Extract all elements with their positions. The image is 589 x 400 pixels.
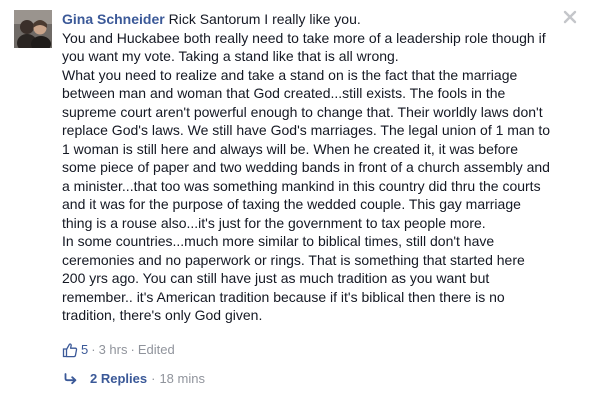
author-name-link[interactable]: Gina Schneider [62,11,165,27]
comment-text-line: between man and woman that God created..… [62,85,506,101]
comment-text-line: and it was for the purpose of taxing the… [62,196,521,212]
comment-text-line: 200 yrs ago. You can still have just as … [62,270,490,286]
comment-timestamp[interactable]: 3 hrs [99,342,128,358]
reply-arrow-icon [64,373,78,385]
comment-text-line: Rick Santorum I really like you. [168,11,361,27]
edited-label[interactable]: Edited [138,342,175,358]
meta-separator: · [91,342,96,357]
comment-text-line: some piece of paper and two wedding band… [62,159,550,175]
comment-text-line: What you need to realize and take a stan… [62,66,518,83]
comment-text-line: supreme court aren't powerful enough to … [62,103,543,120]
comment-text-line: remember.. it's American tradition becau… [62,288,505,305]
comment-text-line: a minister...that too was something mank… [62,177,541,194]
comment-text-line: thing is a rouse also...it's just for th… [62,214,486,231]
comment-meta: 5 · 3 hrs · Edited [62,342,175,358]
comment: Gina Schneider Rick Santorum I really li… [0,0,589,400]
like-count[interactable]: 5 [81,342,88,358]
replies-row: 2 Replies · 18 mins [64,371,205,387]
replies-separator: · [151,371,156,386]
comment-text-line: tradition, there's only God given. [62,307,263,323]
thumbs-up-icon[interactable] [62,342,78,358]
meta-separator: · [130,342,135,357]
avatar[interactable] [14,10,52,48]
comment-text-line: replace God's laws. We still have God's … [62,122,551,138]
comment-text-line: In some countries...much more similar to… [62,233,495,249]
avatar-photo [14,10,52,48]
replies-timestamp[interactable]: 18 mins [159,371,205,387]
view-replies-link[interactable]: 2 Replies [90,371,147,387]
comment-text-line: you want my vote. Taking a stand like th… [62,48,399,64]
comment-text-line: 1 woman is still here and always will be… [62,140,518,157]
comment-content: Gina Schneider Rick Santorum I really li… [62,10,572,325]
comment-text-line: You and Huckabee both really need to tak… [62,29,546,46]
close-icon[interactable] [560,7,580,27]
comment-text-line: ceremonies and no paperwork or rings. Th… [62,251,525,268]
comment-first-line: Gina Schneider Rick Santorum I really li… [62,10,572,29]
